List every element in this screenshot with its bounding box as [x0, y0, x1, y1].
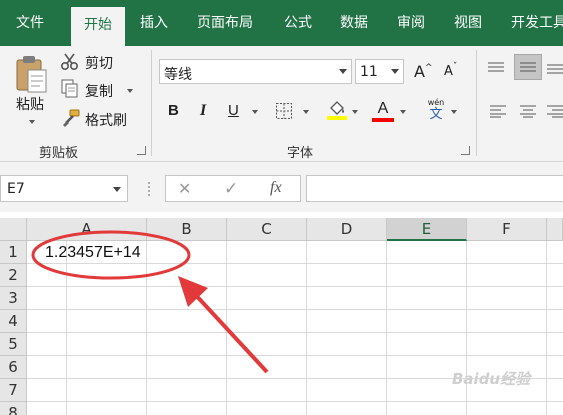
annotation-arrow-line — [190, 289, 269, 374]
copy-button[interactable]: 复制 — [85, 81, 113, 101]
formula-bar-grip[interactable] — [147, 181, 151, 197]
formula-input[interactable] — [306, 175, 563, 202]
align-left-icon[interactable] — [489, 103, 507, 122]
format-painter-button[interactable]: 格式刷 — [85, 110, 127, 130]
chevron-down-icon[interactable] — [113, 187, 121, 192]
shrink-font-letter: A — [444, 64, 453, 79]
font-size-value: 11 — [360, 64, 378, 80]
paste-button[interactable] — [14, 54, 50, 98]
chevron-down-icon[interactable] — [391, 69, 399, 74]
tab-insert[interactable]: 插入 — [140, 0, 168, 46]
cancel-icon[interactable]: ✕ — [178, 179, 191, 198]
formula-bar: E7 ✕ ✓ fx — [0, 162, 563, 212]
grow-font-letter: A — [414, 62, 425, 81]
ribbon-tab-bar: 文件 开始 插入 页面布局 公式 数据 审阅 视图 开发工具 — [0, 0, 563, 46]
phonetic-dropdown-arrow[interactable] — [451, 110, 457, 114]
font-color-letter: A — [377, 100, 389, 117]
tab-developer[interactable]: 开发工具 — [511, 0, 563, 46]
border-icon[interactable] — [275, 102, 293, 124]
tab-file[interactable]: 文件 — [16, 0, 44, 46]
align-middle-icon — [520, 62, 536, 72]
ribbon: 粘贴 剪切 复制 格式刷 剪贴板 等线 11 A^ Aˇ B I U A wén… — [0, 46, 563, 162]
font-color-dropdown-arrow[interactable] — [400, 110, 406, 114]
align-top-icon[interactable] — [487, 60, 505, 79]
font-size-combo[interactable]: 11 — [355, 59, 404, 84]
font-name-combo[interactable]: 等线 — [159, 59, 352, 84]
border-dropdown-arrow[interactable] — [303, 110, 309, 114]
tab-review[interactable]: 审阅 — [397, 0, 425, 46]
align-right-icon[interactable] — [546, 103, 563, 122]
format-painter-icon[interactable] — [61, 108, 81, 132]
tab-formulas[interactable]: 公式 — [284, 0, 312, 46]
formula-bar-buttons: ✕ ✓ fx — [165, 175, 301, 202]
copy-icon[interactable] — [61, 79, 79, 103]
paste-icon — [16, 56, 47, 93]
tab-data[interactable]: 数据 — [340, 0, 368, 46]
underline-button[interactable]: U — [228, 102, 239, 119]
shrink-font-button[interactable]: Aˇ — [444, 62, 458, 79]
annotation-ellipse — [31, 230, 191, 280]
chevron-down-icon[interactable] — [339, 69, 347, 74]
tab-page-layout[interactable]: 页面布局 — [197, 0, 253, 46]
group-divider — [476, 50, 477, 156]
caret-up-icon: ^ — [424, 63, 433, 73]
name-box-value: E7 — [7, 181, 25, 197]
align-bottom-icon[interactable] — [546, 60, 563, 79]
align-center-icon[interactable] — [519, 103, 537, 122]
paste-dropdown-arrow[interactable] — [29, 120, 35, 124]
fill-color-icon[interactable] — [326, 98, 348, 124]
insert-function-icon[interactable]: fx — [270, 179, 282, 197]
copy-dropdown-arrow[interactable] — [127, 89, 133, 93]
italic-button[interactable]: I — [200, 102, 206, 120]
font-dialog-launcher[interactable] — [461, 146, 470, 155]
phonetic-char: 文 — [429, 107, 443, 122]
font-name-value: 等线 — [164, 67, 192, 83]
align-middle-button[interactable] — [514, 54, 542, 80]
group-divider — [151, 50, 152, 156]
clipboard-dialog-launcher[interactable] — [137, 146, 146, 155]
caret-down-icon: ˇ — [452, 62, 458, 72]
fill-color-dropdown-arrow[interactable] — [352, 110, 358, 114]
phonetic-pinyin: wén — [427, 98, 445, 107]
tab-home[interactable]: 开始 — [71, 7, 125, 46]
cut-button[interactable]: 剪切 — [85, 53, 113, 73]
font-group-label: 字体 — [287, 146, 314, 161]
clipboard-group-label: 剪贴板 — [39, 146, 79, 161]
worksheet-grid: A B C D E F 1 2 3 4 5 6 7 8 1.23457E+14 … — [0, 218, 563, 415]
phonetic-guide-icon[interactable]: wén 文 — [425, 98, 447, 122]
watermark: Baidu经验 — [452, 370, 531, 388]
name-box[interactable]: E7 — [0, 175, 128, 202]
font-color-icon[interactable]: A — [372, 98, 394, 122]
tab-view[interactable]: 视图 — [454, 0, 482, 46]
grow-font-button[interactable]: A^ — [414, 62, 433, 81]
cut-icon[interactable] — [60, 52, 80, 76]
bold-button[interactable]: B — [168, 102, 179, 119]
enter-icon[interactable]: ✓ — [224, 179, 238, 199]
underline-dropdown-arrow[interactable] — [252, 110, 258, 114]
font-color-bar — [372, 118, 394, 122]
paste-label[interactable]: 粘贴 — [16, 94, 44, 114]
